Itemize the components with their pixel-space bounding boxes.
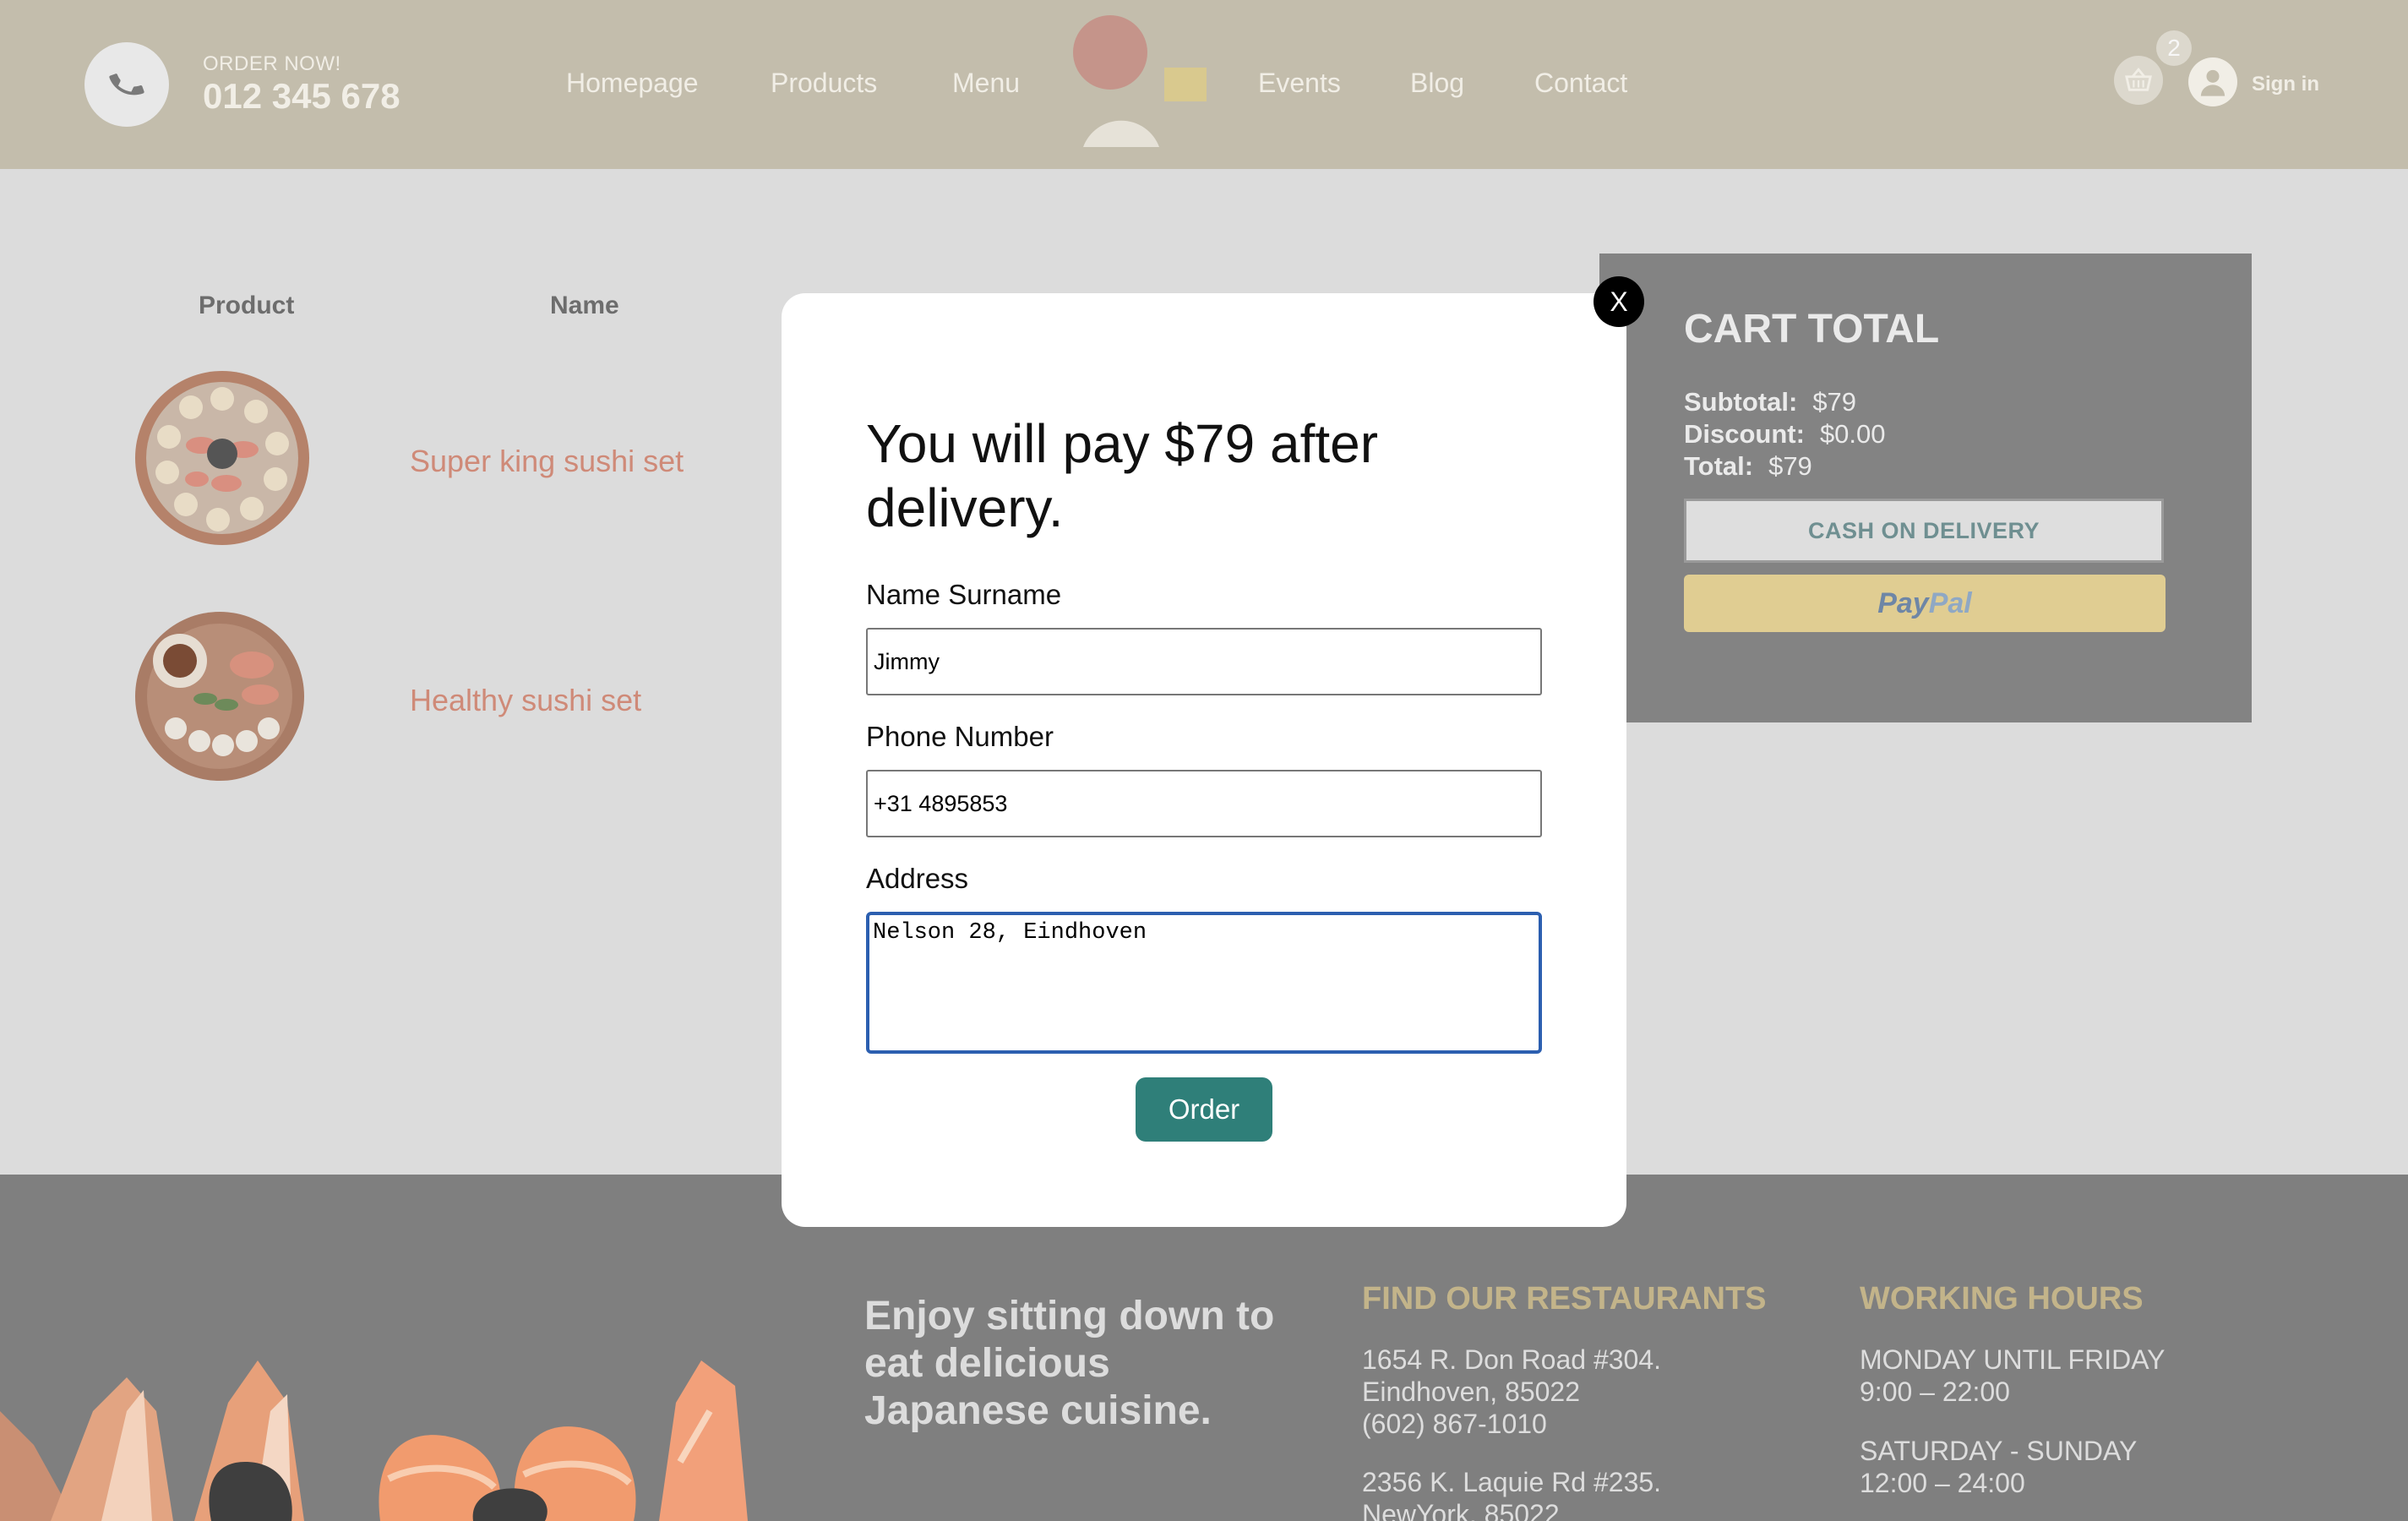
subtotal-label: Subtotal: — [1684, 387, 1798, 417]
address-phone: (602) 867-1010 — [1362, 1409, 1547, 1439]
phone-number-input[interactable] — [866, 770, 1542, 837]
nav-events[interactable]: Events — [1258, 68, 1341, 99]
user-icon[interactable] — [2188, 57, 2237, 106]
sushi-image — [0, 1360, 748, 1521]
cart-total-title: CART TOTAL — [1684, 307, 1940, 352]
close-modal-button[interactable]: X — [1594, 276, 1644, 327]
paypal-button[interactable]: PayPal — [1684, 575, 2166, 632]
order-button[interactable]: Order — [1136, 1077, 1272, 1142]
address-textarea[interactable]: Nelson 28, Eindhoven — [866, 912, 1542, 1054]
product-image — [133, 610, 307, 783]
cart-total-panel: CART TOTAL Subtotal: $79 Discount: $0.00 T… — [1599, 254, 2252, 722]
total-label: Total: — [1684, 451, 1754, 481]
weekday-hours: MONDAY UNTIL FRIDAY 9:00 – 22:00 — [1860, 1344, 2166, 1408]
hours-days: SATURDAY - SUNDAY — [1860, 1436, 2138, 1466]
phone-icon[interactable] — [84, 42, 169, 127]
restaurants-heading: FIND OUR RESTAURANTS — [1362, 1281, 1767, 1317]
address-line: 1654 R. Don Road #304. — [1362, 1344, 1662, 1375]
nav-blog[interactable]: Blog — [1410, 68, 1464, 99]
cart-count-badge: 2 — [2156, 30, 2192, 66]
phone-label: Phone Number — [866, 721, 1054, 752]
logo[interactable] — [1065, 12, 1217, 147]
cash-on-delivery-button[interactable]: CASH ON DELIVERY — [1684, 499, 2164, 563]
name-label: Name Surname — [866, 579, 1062, 610]
nav-homepage[interactable]: Homepage — [566, 68, 699, 99]
modal-title: You will pay $79 after delivery. — [866, 413, 1379, 538]
paypal-logo-pal: Pal — [1928, 587, 1972, 619]
product-column-header: Product — [199, 292, 295, 319]
payment-modal: You will pay $79 after delivery. Name Su… — [782, 293, 1626, 1227]
site-header: ORDER NOW! 012 345 678 Homepage Products… — [0, 0, 2408, 169]
subtotal-value: $79 — [1812, 387, 1857, 417]
nav-products[interactable]: Products — [771, 68, 877, 99]
discount-row: Discount: $0.00 — [1684, 419, 1886, 450]
discount-label: Discount: — [1684, 419, 1805, 449]
working-hours-heading: WORKING HOURS — [1860, 1281, 2144, 1317]
discount-value: $0.00 — [1819, 419, 1886, 449]
product-name-link[interactable]: Healthy sushi set — [410, 683, 641, 718]
total-row: Total: $79 — [1684, 451, 1812, 482]
nav-menu[interactable]: Menu — [952, 68, 1020, 99]
subtotal-row: Subtotal: $79 — [1684, 387, 1856, 417]
phone-number[interactable]: 012 345 678 — [203, 76, 400, 117]
name-column-header: Name — [550, 292, 619, 319]
weekend-hours: SATURDAY - SUNDAY 12:00 – 24:00 — [1860, 1435, 2137, 1499]
hours-time: 12:00 – 24:00 — [1860, 1468, 2025, 1498]
footer-tagline: Enjoy sitting down to eat delicious Japa… — [864, 1294, 1275, 1433]
address-label: Address — [866, 863, 969, 894]
order-now-label: ORDER NOW! — [203, 52, 341, 75]
basket-icon[interactable] — [2114, 56, 2163, 105]
restaurant-address: 2356 K. Laquie Rd #235. NewYork, 85022 — [1362, 1466, 1661, 1521]
address-line: NewYork, 85022 — [1362, 1499, 1560, 1521]
total-value: $79 — [1768, 451, 1812, 481]
hours-time: 9:00 – 22:00 — [1860, 1377, 2010, 1407]
product-image — [133, 369, 311, 547]
address-line: 2356 K. Laquie Rd #235. — [1362, 1467, 1662, 1497]
nav-contact[interactable]: Contact — [1534, 68, 1627, 99]
paypal-logo-pay: Pay — [1877, 587, 1929, 619]
restaurant-address: 1654 R. Don Road #304. Eindhoven, 85022 … — [1362, 1344, 1661, 1440]
name-surname-input[interactable] — [866, 628, 1542, 695]
hours-days: MONDAY UNTIL FRIDAY — [1860, 1344, 2166, 1375]
address-line: Eindhoven, 85022 — [1362, 1377, 1580, 1407]
product-name-link[interactable]: Super king sushi set — [410, 444, 684, 479]
sign-in-link[interactable]: Sign in — [2252, 73, 2319, 96]
